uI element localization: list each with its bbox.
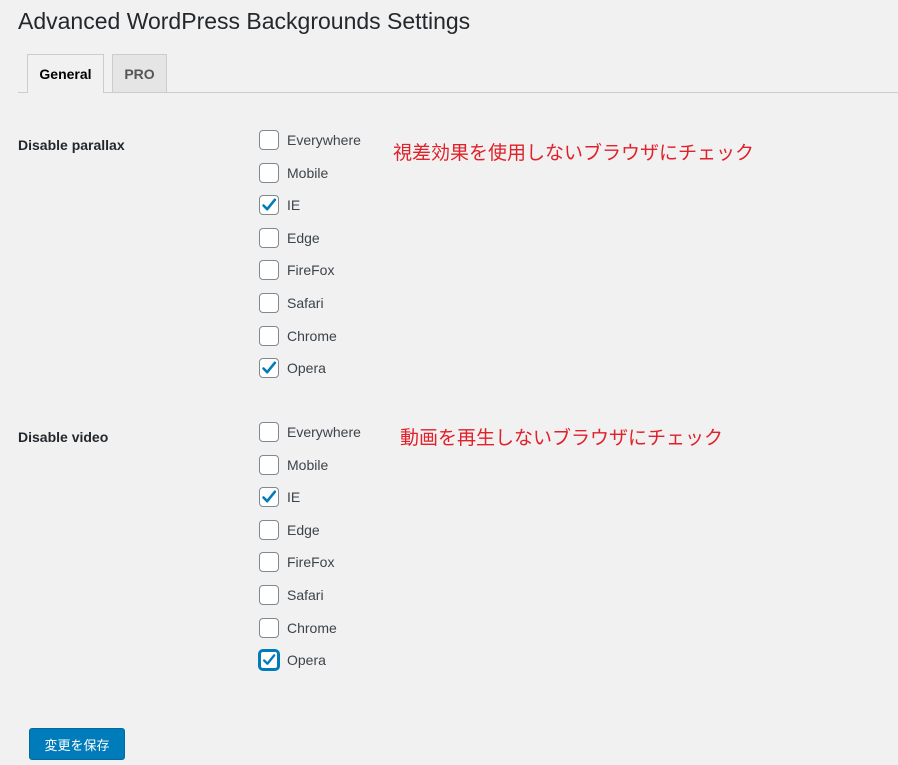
checkmark-icon	[262, 361, 277, 374]
video-edge-label: Edge	[287, 522, 320, 538]
video-ie-checkbox[interactable]	[259, 487, 279, 507]
parallax-chrome-label: Chrome	[287, 328, 337, 344]
parallax-everywhere-checkbox[interactable]	[259, 130, 279, 150]
save-changes-button[interactable]: 変更を保存	[29, 728, 125, 760]
disable-video-label: Disable video	[18, 429, 109, 445]
video-firefox-checkbox[interactable]	[259, 552, 279, 572]
video-safari-label: Safari	[287, 587, 324, 603]
video-option-safari[interactable]: Safari	[259, 583, 324, 607]
video-mobile-checkbox[interactable]	[259, 455, 279, 475]
parallax-option-mobile[interactable]: Mobile	[259, 161, 328, 185]
tab-pro[interactable]: PRO	[112, 54, 167, 92]
parallax-option-firefox[interactable]: FireFox	[259, 258, 334, 282]
parallax-chrome-checkbox[interactable]	[259, 326, 279, 346]
parallax-safari-checkbox[interactable]	[259, 293, 279, 313]
video-option-everywhere[interactable]: Everywhere	[259, 420, 361, 444]
checkmark-icon	[262, 198, 277, 211]
tabs-divider	[18, 92, 898, 93]
tab-general[interactable]: General	[27, 54, 104, 93]
parallax-option-ie[interactable]: IE	[259, 193, 300, 217]
video-ie-label: IE	[287, 489, 301, 505]
parallax-firefox-checkbox[interactable]	[259, 260, 279, 280]
video-edge-checkbox[interactable]	[259, 520, 279, 540]
parallax-option-everywhere[interactable]: Everywhere	[259, 128, 361, 152]
parallax-opera-checkbox[interactable]	[259, 358, 279, 378]
video-option-ie[interactable]: IE	[259, 485, 300, 509]
video-mobile-label: Mobile	[287, 457, 329, 473]
video-everywhere-checkbox[interactable]	[259, 422, 279, 442]
video-opera-label: Opera	[287, 652, 326, 668]
parallax-edge-label: Edge	[287, 230, 320, 246]
parallax-option-safari[interactable]: Safari	[259, 291, 324, 315]
video-opera-checkbox[interactable]	[259, 650, 279, 670]
checkmark-icon	[262, 654, 276, 665]
parallax-everywhere-label: Everywhere	[287, 132, 361, 148]
video-option-chrome[interactable]: Chrome	[259, 616, 337, 640]
parallax-annotation: 視差効果を使用しないブラウザにチェック	[393, 143, 755, 164]
video-annotation: 動画を再生しないブラウザにチェック	[400, 428, 724, 449]
parallax-mobile-checkbox[interactable]	[259, 163, 279, 183]
video-safari-checkbox[interactable]	[259, 585, 279, 605]
parallax-firefox-label: FireFox	[287, 262, 335, 278]
parallax-edge-checkbox[interactable]	[259, 228, 279, 248]
video-chrome-checkbox[interactable]	[259, 618, 279, 638]
video-chrome-label: Chrome	[287, 620, 337, 636]
video-option-edge[interactable]: Edge	[259, 518, 320, 542]
checkmark-icon	[262, 490, 277, 503]
parallax-safari-label: Safari	[287, 295, 324, 311]
parallax-option-edge[interactable]: Edge	[259, 226, 320, 250]
disable-parallax-label: Disable parallax	[18, 137, 125, 153]
video-firefox-label: FireFox	[287, 554, 335, 570]
parallax-option-opera[interactable]: Opera	[259, 356, 326, 380]
video-option-mobile[interactable]: Mobile	[259, 453, 328, 477]
video-option-opera[interactable]: Opera	[259, 648, 326, 672]
video-everywhere-label: Everywhere	[287, 424, 361, 440]
page-title: Advanced WordPress Backgrounds Settings	[18, 8, 471, 34]
parallax-option-chrome[interactable]: Chrome	[259, 324, 337, 348]
parallax-opera-label: Opera	[287, 360, 326, 376]
parallax-mobile-label: Mobile	[287, 165, 329, 181]
parallax-ie-checkbox[interactable]	[259, 195, 279, 215]
video-option-firefox[interactable]: FireFox	[259, 550, 334, 574]
parallax-ie-label: IE	[287, 197, 301, 213]
